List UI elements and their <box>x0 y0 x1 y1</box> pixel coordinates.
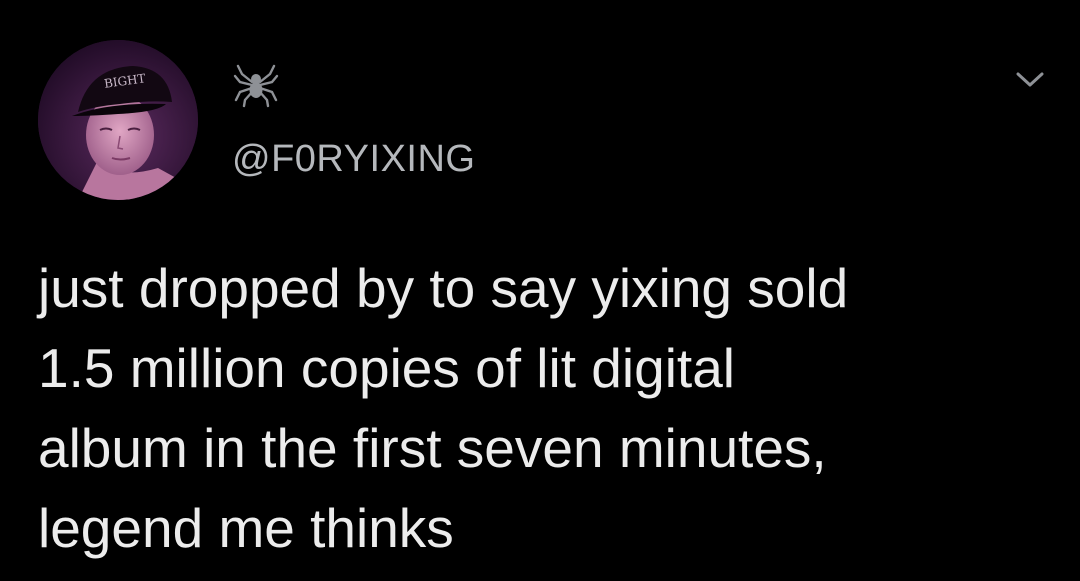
more-options-button[interactable] <box>1008 60 1052 100</box>
spider-icon <box>233 64 279 108</box>
chevron-down-icon <box>1016 72 1044 87</box>
tweet-card: BIGHT @F0RYIXING just dropped by to say … <box>0 0 1080 581</box>
display-name[interactable] <box>232 56 280 112</box>
avatar[interactable]: BIGHT <box>38 40 198 200</box>
profile-photo-icon: BIGHT <box>38 40 198 200</box>
tweet-text: just dropped by to say yixing sold 1.5 m… <box>38 257 849 559</box>
user-handle[interactable]: @F0RYIXING <box>232 137 475 181</box>
